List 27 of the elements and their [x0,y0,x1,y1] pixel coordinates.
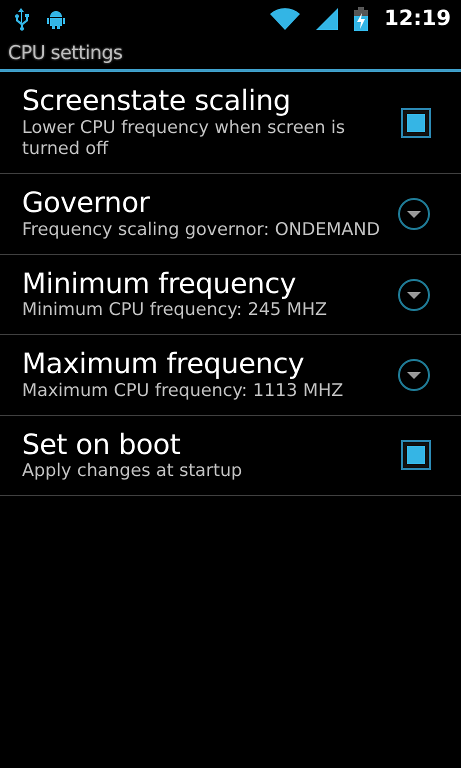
preference-row[interactable]: Governor Frequency scaling governor: ONDEMAND [0,174,461,255]
preference-row[interactable]: Maximum frequency Maximum CPU frequency: 1113 MHZ [0,335,461,416]
checkbox[interactable] [401,440,431,470]
preference-summary: Lower CPU frequency when screen is turned off [22,118,346,162]
dropdown-icon[interactable] [397,278,431,312]
signal-icon [316,8,338,30]
battery-charging-icon [354,7,368,31]
preference-row[interactable]: Screenstate scaling Lower CPU frequency when screen is turned off [0,72,461,174]
preference-title: Set on boot [22,428,182,462]
screen-title: CPU settings [8,41,122,66]
usb-icon [12,7,30,31]
preference-title: Minimum frequency [22,266,297,300]
android-icon [46,8,66,30]
preference-summary: Frequency scaling governor: ONDEMAND [22,220,381,242]
preference-title: Governor [22,186,151,220]
dropdown-icon[interactable] [397,197,431,232]
preference-summary: Minimum CPU frequency: 245 MHZ [22,300,328,322]
dropdown-icon[interactable] [397,358,431,392]
preference-summary: Maximum CPU frequency: 1113 MHZ [22,380,344,403]
wifi-icon [270,8,300,30]
preference-row[interactable]: Set on boot Apply changes at startup [0,416,461,496]
preference-summary: Apply changes at startup [22,461,244,484]
preference-title: Maximum frequency [22,347,306,381]
clock: 12:19 [384,5,451,32]
preference-title: Screenstate scaling [22,84,292,118]
preference-row[interactable]: Minimum frequency Minimum CPU frequency: 245 MHZ [0,254,461,336]
checkbox[interactable] [401,108,431,138]
